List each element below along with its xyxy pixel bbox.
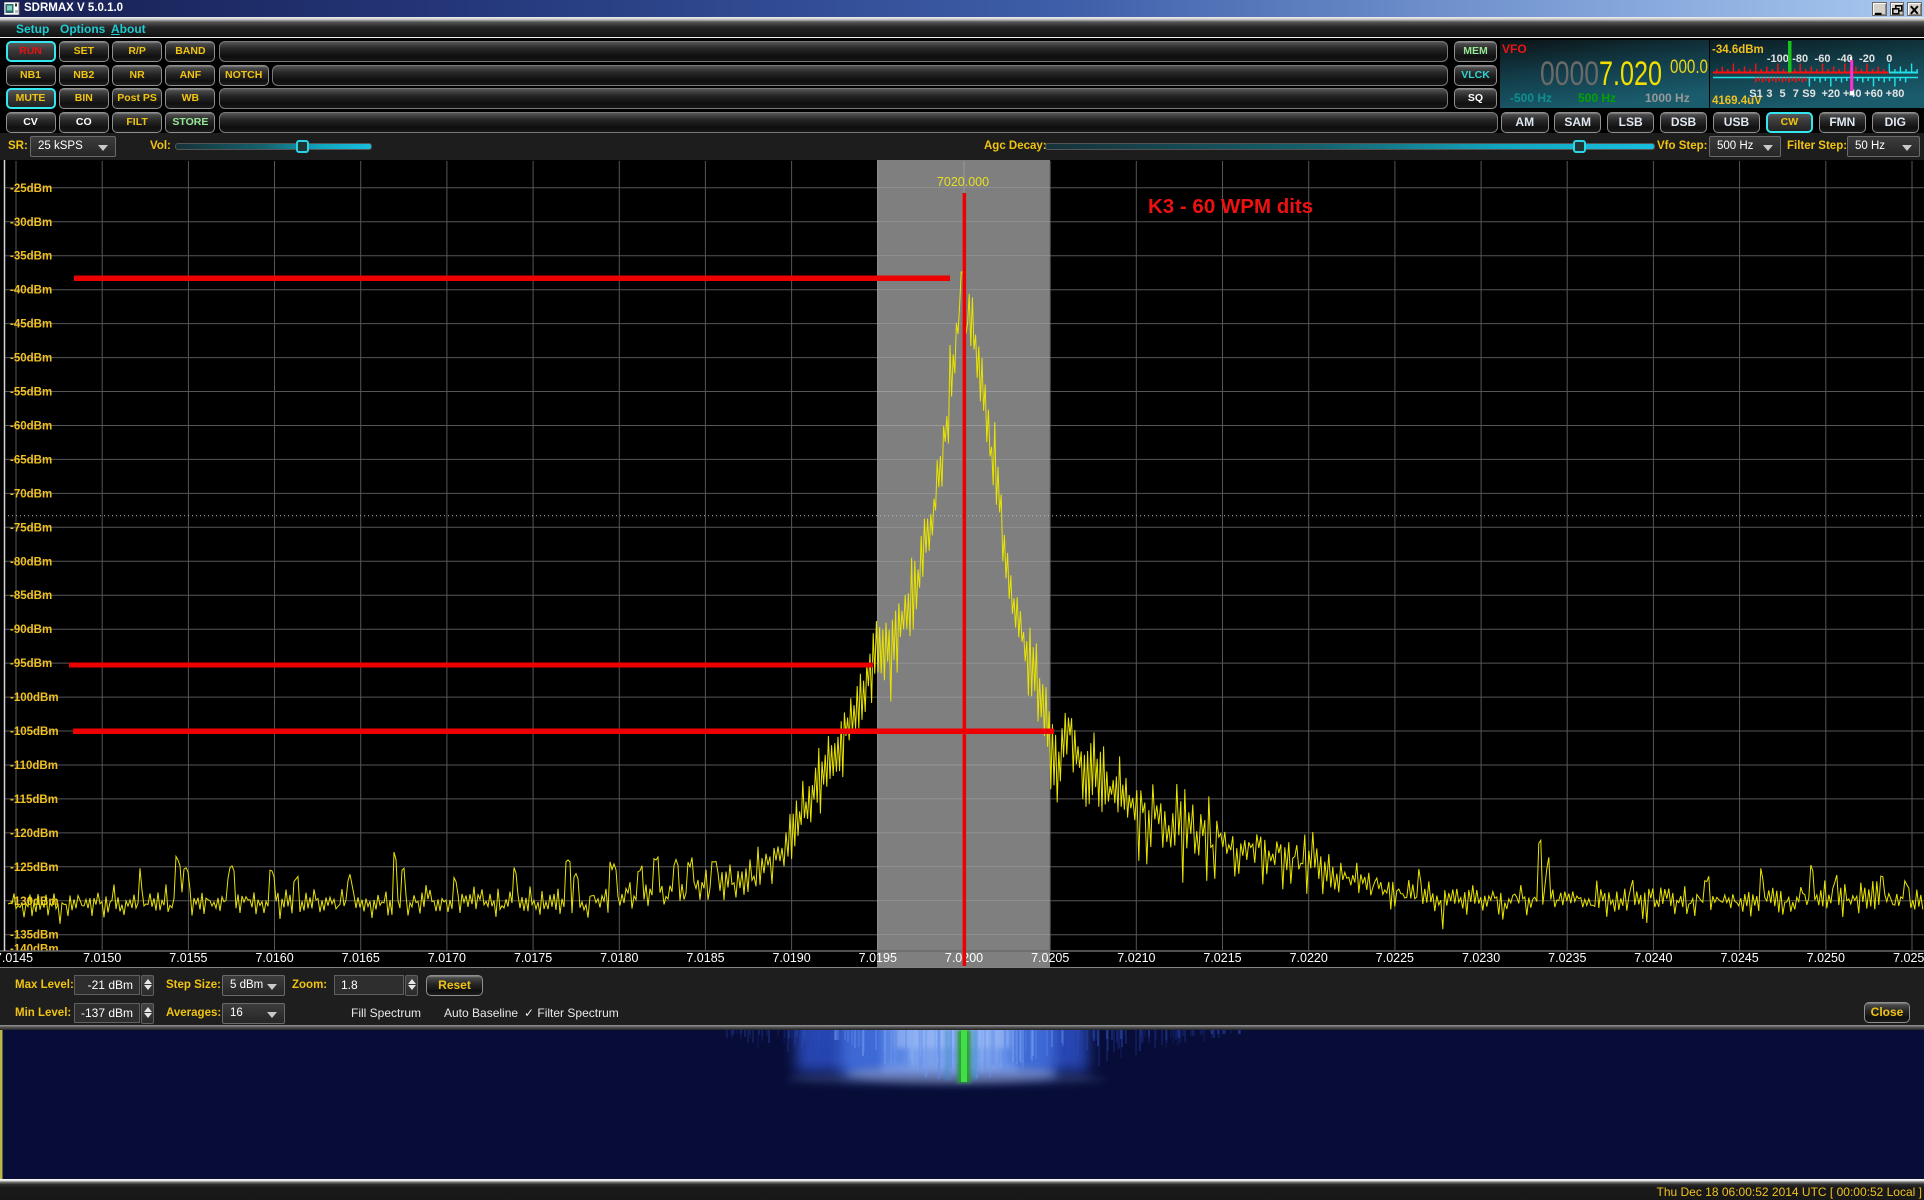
svg-text:7.0145: 7.0145	[0, 951, 33, 965]
svg-text:-65dBm: -65dBm	[10, 454, 52, 466]
svg-text:7.0205: 7.0205	[1031, 951, 1069, 965]
svg-text:K3 - 60 WPM dits: K3 - 60 WPM dits	[1148, 195, 1313, 218]
svg-text:-30dBm: -30dBm	[10, 217, 52, 229]
svg-text:+20: +20	[1821, 88, 1840, 100]
svg-text:7.0190: 7.0190	[772, 951, 810, 965]
svg-text:7020.000: 7020.000	[937, 175, 989, 189]
svg-text:-80dBm: -80dBm	[10, 556, 52, 568]
svg-text:-105dBm: -105dBm	[10, 726, 59, 738]
svg-text:+60: +60	[1864, 88, 1883, 100]
svg-text:-85dBm: -85dBm	[10, 590, 52, 602]
svg-text:7.0230: 7.0230	[1462, 951, 1500, 965]
svg-text:-110dBm: -110dBm	[10, 760, 58, 772]
svg-text:-500 Hz: -500 Hz	[1510, 91, 1552, 105]
svg-text:7.0255: 7.0255	[1893, 951, 1924, 965]
svg-text:7.0175: 7.0175	[514, 951, 552, 965]
svg-text:7.0240: 7.0240	[1634, 951, 1672, 965]
svg-text:-40dBm: -40dBm	[10, 285, 52, 297]
svg-text:7.0250: 7.0250	[1807, 951, 1845, 965]
svg-text:-50dBm: -50dBm	[10, 353, 52, 365]
svg-text:-70dBm: -70dBm	[10, 488, 52, 500]
svg-text:5: 5	[1780, 88, 1786, 100]
svg-text:-45dBm: -45dBm	[10, 319, 52, 331]
svg-text:-95dBm: -95dBm	[10, 658, 52, 670]
svg-text:7.0215: 7.0215	[1203, 951, 1241, 965]
svg-text:-120dBm: -120dBm	[10, 828, 59, 840]
svg-text:-20: -20	[1859, 53, 1875, 65]
svg-text:0: 0	[1886, 53, 1892, 65]
svg-text:7.0180: 7.0180	[600, 951, 638, 965]
svg-text:S1: S1	[1749, 88, 1762, 100]
svg-text:7.0245: 7.0245	[1720, 951, 1758, 965]
svg-text:-90dBm: -90dBm	[10, 624, 52, 636]
svg-text:-35dBm: -35dBm	[10, 251, 52, 263]
svg-text:7.0225: 7.0225	[1376, 951, 1414, 965]
svg-text:7.020: 7.020	[1599, 55, 1662, 93]
svg-text:7.0195: 7.0195	[859, 951, 897, 965]
svg-text:-100: -100	[1767, 53, 1789, 65]
svg-text:+80: +80	[1886, 88, 1905, 100]
svg-text:-75dBm: -75dBm	[10, 522, 52, 534]
svg-text:7.0210: 7.0210	[1117, 951, 1155, 965]
svg-text:-100dBm: -100dBm	[10, 692, 59, 704]
svg-text:000.0: 000.0	[1670, 57, 1708, 78]
svg-text:7.0150: 7.0150	[83, 951, 121, 965]
svg-text:-135dBm: -135dBm	[10, 930, 59, 942]
svg-text:-55dBm: -55dBm	[10, 387, 52, 399]
svg-text:-34.6dBm: -34.6dBm	[1712, 44, 1764, 56]
svg-text:7.0155: 7.0155	[169, 951, 207, 965]
svg-text:-125dBm: -125dBm	[10, 862, 59, 874]
svg-text:-80: -80	[1792, 53, 1808, 65]
svg-text:7: 7	[1793, 88, 1799, 100]
svg-text:-60: -60	[1815, 53, 1831, 65]
svg-text:7.0170: 7.0170	[428, 951, 466, 965]
svg-text:0000: 0000	[1540, 55, 1599, 93]
svg-text:-115dBm: -115dBm	[10, 794, 58, 806]
svg-text:-25dBm: -25dBm	[10, 183, 52, 195]
svg-text:7.0235: 7.0235	[1548, 951, 1586, 965]
svg-text:1000 Hz: 1000 Hz	[1645, 91, 1690, 105]
svg-text:7.0185: 7.0185	[686, 951, 724, 965]
svg-text:7.0165: 7.0165	[342, 951, 380, 965]
svg-text:500 Hz: 500 Hz	[1578, 91, 1616, 105]
svg-text:-60dBm: -60dBm	[10, 421, 52, 433]
svg-text:7.0160: 7.0160	[255, 951, 293, 965]
svg-text:VFO: VFO	[1502, 42, 1527, 56]
svg-text:S9: S9	[1802, 88, 1815, 100]
svg-text:3: 3	[1766, 88, 1772, 100]
svg-text:7.0220: 7.0220	[1290, 951, 1328, 965]
